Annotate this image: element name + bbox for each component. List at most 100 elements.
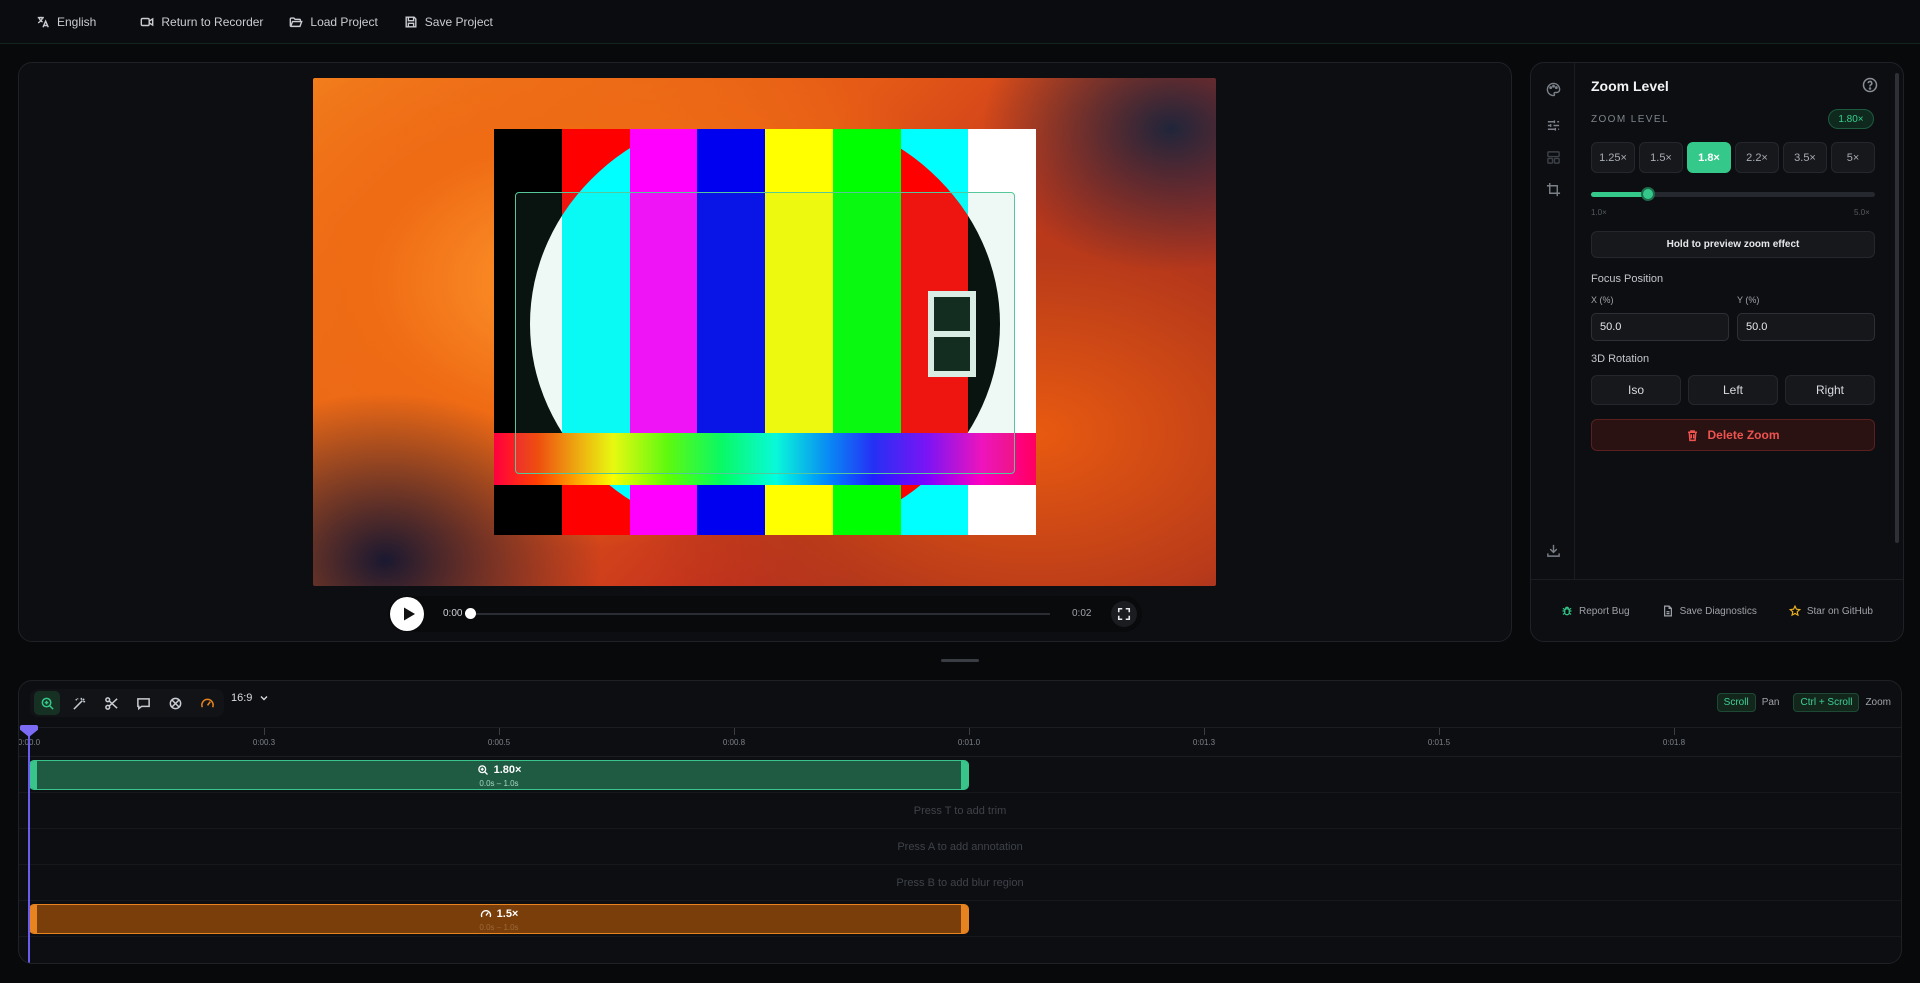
panel-title: Zoom Level [1591, 78, 1669, 94]
gauge-icon [200, 698, 214, 708]
focus-x-input[interactable] [1591, 313, 1729, 341]
annotation-track[interactable]: Press A to add annotation [19, 829, 1901, 865]
zoom-level-badge: 1.80× [1828, 109, 1874, 129]
zoom-clip-value: 1.80× [493, 764, 522, 776]
zoom-slider-thumb[interactable] [1640, 187, 1655, 201]
zoom-level-label: ZOOM LEVEL [1591, 114, 1669, 125]
return-label: Return to Recorder [161, 14, 264, 29]
trash-icon [1688, 429, 1698, 441]
ruler-tick-mark [499, 728, 500, 735]
bug-icon [1562, 606, 1572, 616]
slider-max-label: 5.0× [1854, 208, 1870, 217]
star-github-link[interactable]: Star on GitHub [1788, 605, 1873, 617]
zoom-preset-button[interactable]: 2.2× [1735, 142, 1779, 173]
star-icon [1788, 605, 1801, 617]
zoom-clip-range: 0.0s – 1.0s [479, 779, 519, 788]
load-project-button[interactable]: Load Project [289, 14, 378, 29]
zoom-tool-button[interactable] [34, 691, 60, 715]
trim-track[interactable]: Press T to add trim [19, 793, 1901, 829]
zoom-focus-region[interactable] [515, 192, 1015, 474]
rotation-right-button[interactable]: Right [1785, 375, 1875, 405]
zoom-preset-button[interactable]: 1.5× [1639, 142, 1683, 173]
speed-clip[interactable]: 1.5× 0.0s – 1.0s [29, 904, 969, 934]
playhead-line[interactable] [28, 727, 30, 963]
load-label: Load Project [310, 14, 378, 29]
star-github-label: Star on GitHub [1806, 605, 1873, 617]
current-time: 0:00 [443, 608, 463, 619]
sidebar-item-layout[interactable] [1543, 147, 1563, 167]
help-button[interactable] [1862, 77, 1878, 93]
resize-handle[interactable] [941, 659, 979, 662]
time-ruler[interactable]: 0:00.00:00.30:00.50:00.80:01.00:01.30:01… [19, 727, 1901, 757]
delete-label: Delete Zoom [1707, 428, 1780, 442]
timeline-panel: 16:9 Scroll Pan Ctrl + Scroll Zoom 0:00.… [18, 680, 1902, 964]
download-icon [1546, 544, 1560, 557]
slider-min-label: 1.0× [1591, 208, 1607, 217]
speed-tool-button[interactable] [194, 691, 220, 715]
return-to-recorder-button[interactable]: Return to Recorder [140, 15, 263, 29]
ruler-tick-mark [1439, 728, 1440, 735]
rotation-left-button[interactable]: Left [1688, 375, 1778, 405]
top-bar: English Return to Recorder Load Project … [0, 0, 1920, 44]
rotation-label: 3D Rotation [1591, 353, 1650, 365]
video-preview[interactable] [313, 78, 1216, 586]
ruler-tick-label: 0:01.5 [1427, 738, 1451, 747]
zoom-preset-button[interactable]: 1.8× [1687, 142, 1731, 173]
navigation-hints: Scroll Pan Ctrl + Scroll Zoom [1716, 693, 1891, 712]
rotation-iso-button[interactable]: Iso [1591, 375, 1681, 405]
preview-zoom-button[interactable]: Hold to preview zoom effect [1591, 231, 1875, 258]
blur-track[interactable]: Press B to add blur region [19, 865, 1901, 901]
x-label: X (%) [1591, 295, 1614, 305]
fullscreen-button[interactable] [1111, 601, 1137, 627]
trim-tool-button[interactable] [98, 691, 124, 715]
layout-icon [1546, 150, 1560, 164]
sidebar-item-crop[interactable] [1543, 179, 1563, 199]
language-selector[interactable]: English [36, 15, 96, 29]
save-diagnostics-link[interactable]: Save Diagnostics [1662, 605, 1757, 617]
scrub-track[interactable] [470, 613, 1050, 615]
test-pattern [494, 129, 1036, 535]
blur-tool-button[interactable] [162, 691, 188, 715]
sidebar-item-export[interactable] [1543, 540, 1563, 560]
zoom-preset-button[interactable]: 5× [1831, 142, 1875, 173]
sliders-icon [1547, 119, 1559, 131]
magic-tool-button[interactable] [66, 691, 92, 715]
sidebar-item-adjustments[interactable] [1543, 115, 1563, 135]
blur-icon [169, 697, 181, 709]
sidebar-item-appearance[interactable] [1543, 79, 1563, 99]
annotation-tool-button[interactable] [130, 691, 156, 715]
play-button[interactable] [390, 597, 424, 631]
speed-clip-label: 1.5× [30, 908, 968, 920]
palette-icon [1546, 82, 1560, 96]
aspect-ratio-dropdown[interactable]: 16:9 [231, 692, 270, 704]
crop-icon [1546, 182, 1560, 196]
delete-zoom-button[interactable]: Delete Zoom [1591, 419, 1875, 451]
file-icon [1663, 605, 1672, 617]
zoom-in-icon [41, 697, 54, 710]
y-label: Y (%) [1737, 295, 1760, 305]
zoom-preset-button[interactable]: 1.25× [1591, 142, 1635, 173]
magic-wand-icon [72, 697, 85, 710]
chevron-down-icon [260, 696, 268, 701]
fullscreen-icon [1117, 607, 1131, 621]
speed-track: 1.5× 0.0s – 1.0s [19, 901, 1901, 937]
zoom-clip[interactable]: 1.80× 0.0s – 1.0s [29, 760, 969, 790]
gauge-icon [480, 910, 491, 918]
help-icon [1862, 77, 1878, 93]
comment-icon [136, 697, 150, 710]
speed-clip-range: 0.0s – 1.0s [479, 923, 519, 932]
report-bug-link[interactable]: Report Bug [1561, 605, 1630, 617]
zoom-slider[interactable] [1591, 192, 1875, 197]
zoom-track: 1.80× 0.0s – 1.0s [19, 757, 1901, 793]
scrub-thumb[interactable] [465, 608, 476, 619]
panel-scrollbar[interactable] [1895, 73, 1899, 543]
scroll-key: Scroll [1716, 693, 1756, 712]
trim-hint: Press T to add trim [913, 805, 1007, 817]
folder-open-icon [290, 16, 304, 27]
zoom-hint: Zoom [1865, 697, 1891, 708]
zoom-preset-button[interactable]: 3.5× [1783, 142, 1827, 173]
save-label: Save Project [424, 14, 493, 29]
timeline-toolbar [30, 689, 224, 717]
save-project-button[interactable]: Save Project [404, 15, 493, 29]
focus-y-input[interactable] [1737, 313, 1875, 341]
